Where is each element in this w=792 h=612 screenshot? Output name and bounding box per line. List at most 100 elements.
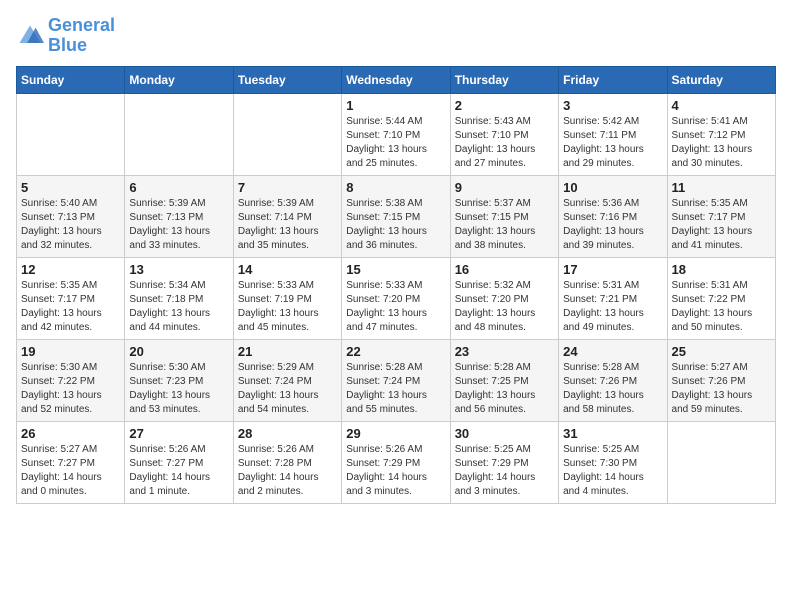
calendar-cell: 9 Sunrise: 5:37 AM Sunset: 7:15 PM Daylig… xyxy=(450,175,558,257)
calendar-cell: 21Sunrise: 5:29 AM Sunset: 7:24 PM Dayli… xyxy=(233,339,341,421)
calendar-week-3: 12 Sunrise: 5:35 AM Sunset: 7:17 PM Dayli… xyxy=(17,257,776,339)
calendar-cell: 28 Sunrise: 5:26 AM Sunset: 7:28 PM Dayli… xyxy=(233,421,341,503)
day-info: Sunrise: 5:34 AM Sunset: 7:18 PM Dayligh… xyxy=(129,279,228,335)
calendar-cell: 5 Sunrise: 5:40 AM Sunset: 7:13 PM Daylig… xyxy=(17,175,125,257)
day-info: Sunrise: 5:39 AM Sunset: 7:14 PM Dayligh… xyxy=(238,197,337,253)
calendar-cell: 22 Sunrise: 5:28 AM Sunset: 7:24 PM Dayli… xyxy=(342,339,450,421)
day-info: Sunrise: 5:28 AM Sunset: 7:26 PM Dayligh… xyxy=(563,361,662,417)
calendar-week-5: 26 Sunrise: 5:27 AM Sunset: 7:27 PM Dayli… xyxy=(17,421,776,503)
logo-icon xyxy=(16,22,44,50)
logo: General Blue xyxy=(16,16,115,56)
day-info: Sunrise: 5:41 AM Sunset: 7:12 PM Dayligh… xyxy=(672,115,771,171)
day-info: Sunrise: 5:39 AM Sunset: 7:13 PM Dayligh… xyxy=(129,197,228,253)
calendar-cell: 13 Sunrise: 5:34 AM Sunset: 7:18 PM Dayli… xyxy=(125,257,233,339)
day-number: 18 xyxy=(672,262,771,277)
calendar-cell: 2 Sunrise: 5:43 AM Sunset: 7:10 PM Daylig… xyxy=(450,93,558,175)
calendar-cell: 6 Sunrise: 5:39 AM Sunset: 7:13 PM Daylig… xyxy=(125,175,233,257)
calendar-cell xyxy=(233,93,341,175)
day-info: Sunrise: 5:44 AM Sunset: 7:10 PM Dayligh… xyxy=(346,115,445,171)
calendar-cell: 25 Sunrise: 5:27 AM Sunset: 7:26 PM Dayli… xyxy=(667,339,775,421)
calendar-cell: 10 Sunrise: 5:36 AM Sunset: 7:16 PM Dayli… xyxy=(559,175,667,257)
calendar-cell xyxy=(17,93,125,175)
calendar-header: SundayMondayTuesdayWednesdayThursdayFrid… xyxy=(17,66,776,93)
day-number: 6 xyxy=(129,180,228,195)
day-number: 9 xyxy=(455,180,554,195)
calendar-cell xyxy=(125,93,233,175)
weekday-header-friday: Friday xyxy=(559,66,667,93)
day-info: Sunrise: 5:35 AM Sunset: 7:17 PM Dayligh… xyxy=(672,197,771,253)
page-header: General Blue xyxy=(16,16,776,56)
day-number: 23 xyxy=(455,344,554,359)
day-number: 1 xyxy=(346,98,445,113)
day-info: Sunrise: 5:33 AM Sunset: 7:20 PM Dayligh… xyxy=(346,279,445,335)
calendar-cell: 8Sunrise: 5:38 AM Sunset: 7:15 PM Daylig… xyxy=(342,175,450,257)
day-info: Sunrise: 5:27 AM Sunset: 7:26 PM Dayligh… xyxy=(672,361,771,417)
day-number: 10 xyxy=(563,180,662,195)
weekday-header-wednesday: Wednesday xyxy=(342,66,450,93)
day-number: 7 xyxy=(238,180,337,195)
calendar-cell: 17Sunrise: 5:31 AM Sunset: 7:21 PM Dayli… xyxy=(559,257,667,339)
day-info: Sunrise: 5:40 AM Sunset: 7:13 PM Dayligh… xyxy=(21,197,120,253)
day-info: Sunrise: 5:42 AM Sunset: 7:11 PM Dayligh… xyxy=(563,115,662,171)
day-info: Sunrise: 5:27 AM Sunset: 7:27 PM Dayligh… xyxy=(21,443,120,499)
day-info: Sunrise: 5:38 AM Sunset: 7:15 PM Dayligh… xyxy=(346,197,445,253)
calendar-cell: 27 Sunrise: 5:26 AM Sunset: 7:27 PM Dayli… xyxy=(125,421,233,503)
calendar-cell: 4 Sunrise: 5:41 AM Sunset: 7:12 PM Daylig… xyxy=(667,93,775,175)
day-number: 3 xyxy=(563,98,662,113)
day-number: 2 xyxy=(455,98,554,113)
day-number: 20 xyxy=(129,344,228,359)
calendar-cell xyxy=(667,421,775,503)
weekday-header-tuesday: Tuesday xyxy=(233,66,341,93)
day-number: 17 xyxy=(563,262,662,277)
day-number: 11 xyxy=(672,180,771,195)
calendar-cell: 26 Sunrise: 5:27 AM Sunset: 7:27 PM Dayli… xyxy=(17,421,125,503)
day-info: Sunrise: 5:35 AM Sunset: 7:17 PM Dayligh… xyxy=(21,279,120,335)
day-info: Sunrise: 5:25 AM Sunset: 7:30 PM Dayligh… xyxy=(563,443,662,499)
day-number: 25 xyxy=(672,344,771,359)
day-number: 12 xyxy=(21,262,120,277)
day-number: 16 xyxy=(455,262,554,277)
day-number: 31 xyxy=(563,426,662,441)
day-info: Sunrise: 5:25 AM Sunset: 7:29 PM Dayligh… xyxy=(455,443,554,499)
day-info: Sunrise: 5:43 AM Sunset: 7:10 PM Dayligh… xyxy=(455,115,554,171)
day-number: 28 xyxy=(238,426,337,441)
day-info: Sunrise: 5:36 AM Sunset: 7:16 PM Dayligh… xyxy=(563,197,662,253)
day-info: Sunrise: 5:33 AM Sunset: 7:19 PM Dayligh… xyxy=(238,279,337,335)
day-number: 27 xyxy=(129,426,228,441)
calendar-cell: 31 Sunrise: 5:25 AM Sunset: 7:30 PM Dayli… xyxy=(559,421,667,503)
calendar-cell: 15Sunrise: 5:33 AM Sunset: 7:20 PM Dayli… xyxy=(342,257,450,339)
calendar-cell: 30 Sunrise: 5:25 AM Sunset: 7:29 PM Dayli… xyxy=(450,421,558,503)
weekday-header-thursday: Thursday xyxy=(450,66,558,93)
calendar-week-1: 1 Sunrise: 5:44 AM Sunset: 7:10 PM Daylig… xyxy=(17,93,776,175)
calendar-cell: 23Sunrise: 5:28 AM Sunset: 7:25 PM Dayli… xyxy=(450,339,558,421)
day-info: Sunrise: 5:28 AM Sunset: 7:24 PM Dayligh… xyxy=(346,361,445,417)
calendar-cell: 14Sunrise: 5:33 AM Sunset: 7:19 PM Dayli… xyxy=(233,257,341,339)
day-info: Sunrise: 5:26 AM Sunset: 7:29 PM Dayligh… xyxy=(346,443,445,499)
calendar-week-4: 19Sunrise: 5:30 AM Sunset: 7:22 PM Dayli… xyxy=(17,339,776,421)
calendar-cell: 3 Sunrise: 5:42 AM Sunset: 7:11 PM Daylig… xyxy=(559,93,667,175)
day-info: Sunrise: 5:26 AM Sunset: 7:28 PM Dayligh… xyxy=(238,443,337,499)
calendar-body: 1 Sunrise: 5:44 AM Sunset: 7:10 PM Daylig… xyxy=(17,93,776,503)
day-info: Sunrise: 5:26 AM Sunset: 7:27 PM Dayligh… xyxy=(129,443,228,499)
weekday-header-sunday: Sunday xyxy=(17,66,125,93)
day-number: 22 xyxy=(346,344,445,359)
day-number: 24 xyxy=(563,344,662,359)
weekday-header-monday: Monday xyxy=(125,66,233,93)
calendar-week-2: 5 Sunrise: 5:40 AM Sunset: 7:13 PM Daylig… xyxy=(17,175,776,257)
day-number: 21 xyxy=(238,344,337,359)
day-number: 29 xyxy=(346,426,445,441)
day-number: 19 xyxy=(21,344,120,359)
calendar-cell: 16 Sunrise: 5:32 AM Sunset: 7:20 PM Dayli… xyxy=(450,257,558,339)
calendar-table: SundayMondayTuesdayWednesdayThursdayFrid… xyxy=(16,66,776,504)
day-info: Sunrise: 5:32 AM Sunset: 7:20 PM Dayligh… xyxy=(455,279,554,335)
day-info: Sunrise: 5:30 AM Sunset: 7:23 PM Dayligh… xyxy=(129,361,228,417)
day-info: Sunrise: 5:37 AM Sunset: 7:15 PM Dayligh… xyxy=(455,197,554,253)
weekday-header-row: SundayMondayTuesdayWednesdayThursdayFrid… xyxy=(17,66,776,93)
calendar-cell: 1 Sunrise: 5:44 AM Sunset: 7:10 PM Daylig… xyxy=(342,93,450,175)
day-number: 13 xyxy=(129,262,228,277)
day-number: 4 xyxy=(672,98,771,113)
day-number: 26 xyxy=(21,426,120,441)
calendar-cell: 20 Sunrise: 5:30 AM Sunset: 7:23 PM Dayli… xyxy=(125,339,233,421)
day-number: 5 xyxy=(21,180,120,195)
day-number: 30 xyxy=(455,426,554,441)
